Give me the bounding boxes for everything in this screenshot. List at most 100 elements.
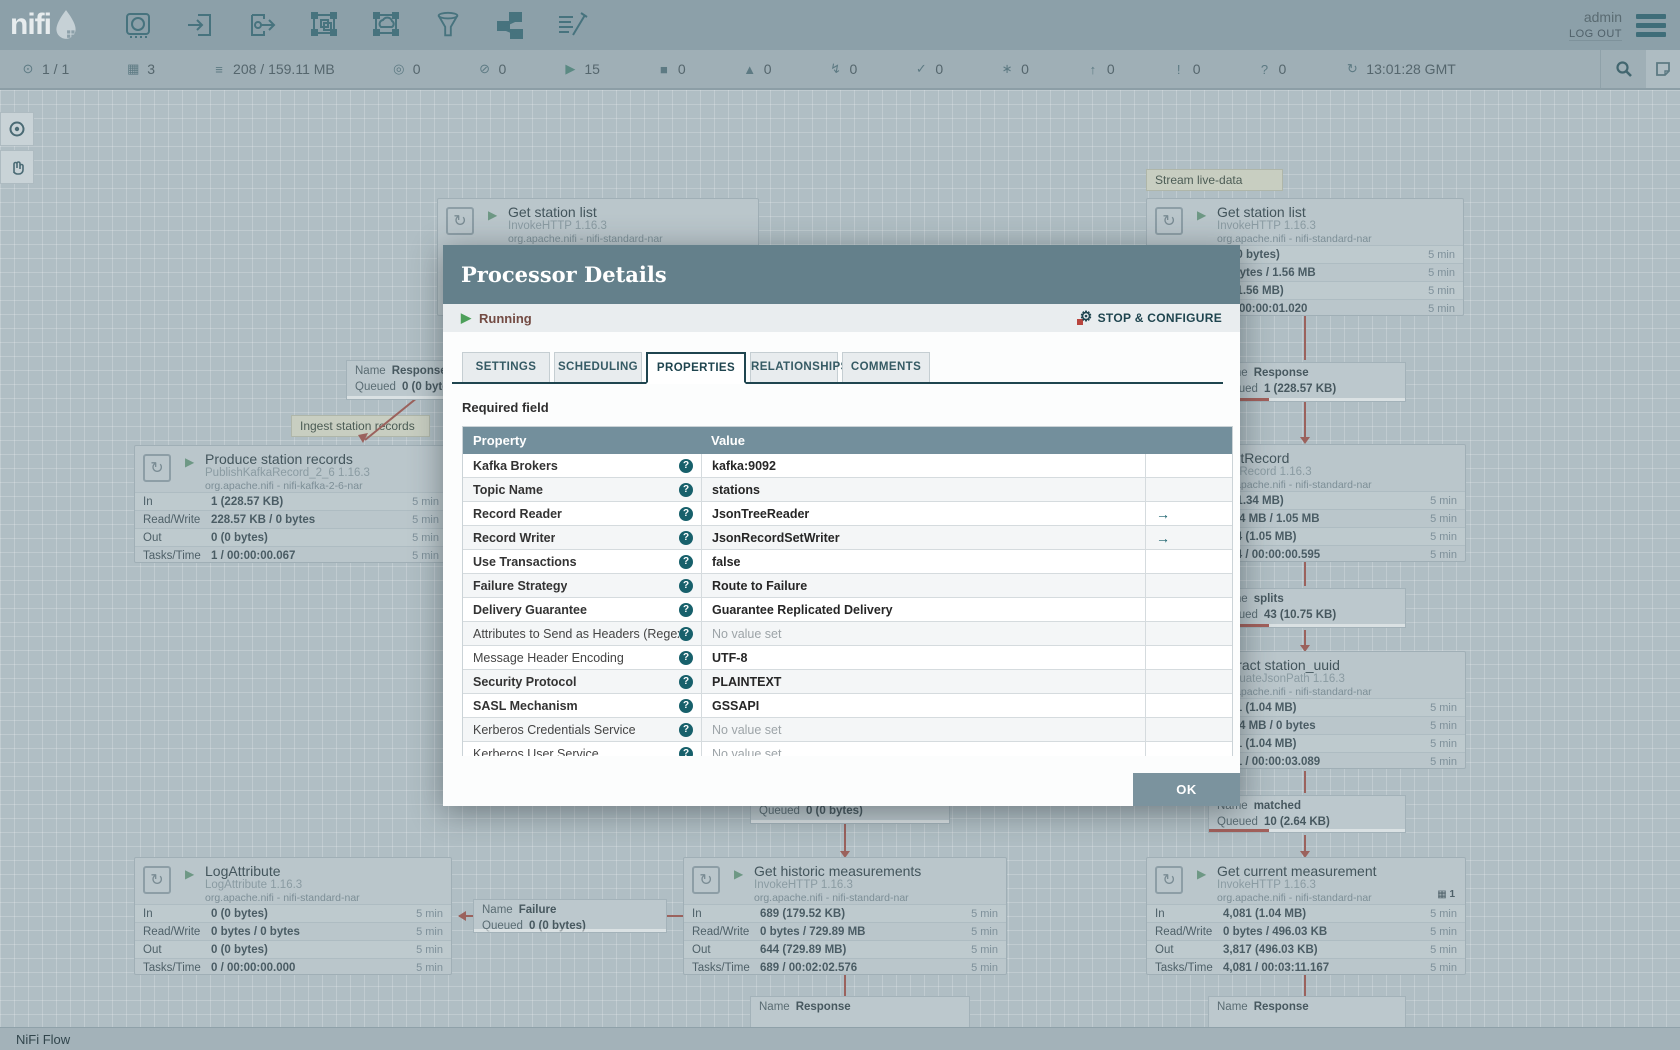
running-icon: ▶	[461, 310, 471, 325]
stop-and-configure-button[interactable]: ⚙ STOP & CONFIGURE	[1076, 308, 1222, 326]
property-row[interactable]: Kafka Brokers? kafka:9092	[463, 454, 1232, 478]
disabled-icon: ↯	[830, 61, 841, 76]
processor-stat-row: Out 0 (0 bytes) 5 min	[135, 528, 447, 546]
logout-link[interactable]: LOG OUT	[1568, 27, 1622, 41]
ok-button[interactable]: OK	[1133, 773, 1240, 806]
property-row[interactable]: Security Protocol? PLAINTEXT	[463, 670, 1232, 694]
breadcrumb[interactable]: NiFi Flow	[16, 1032, 70, 1047]
processor-stat-row: In 1 (228.57 KB) 5 min	[135, 492, 447, 510]
template-icon[interactable]	[493, 8, 527, 42]
locally-modified-count: 0	[1021, 61, 1029, 77]
property-row[interactable]: Failure Strategy? Route to Failure	[463, 574, 1232, 598]
invalid-count: 0	[763, 61, 772, 77]
up-to-date-count: 0	[935, 61, 944, 77]
processor-get-historic-measurements[interactable]: ↻ ▶ Get historic measurements InvokeHTTP…	[683, 857, 1007, 975]
connection-label-failure[interactable]: Name Failure Queued 0 (0 bytes)	[473, 899, 667, 933]
processor-type: LogAttribute 1.16.3	[205, 879, 303, 891]
status-sync-failure: ? 0	[1257, 61, 1286, 77]
help-icon[interactable]: ?	[679, 626, 693, 641]
operate-palette-button[interactable]	[0, 150, 34, 184]
running-icon: ▶	[1197, 208, 1207, 222]
remote-transmitting-icon: ◎	[393, 61, 405, 76]
help-icon[interactable]: ?	[679, 674, 693, 689]
status-clustered-nodes: ▦ 3	[125, 61, 155, 77]
property-row[interactable]: Record Reader? JsonTreeReader →	[463, 502, 1232, 526]
help-icon[interactable]: ?	[679, 578, 693, 593]
remote-not-transmitting-icon: ⊘	[479, 61, 490, 76]
processor-stat-row: Read/Write 228.57 KB / 0 bytes 5 min	[135, 510, 447, 528]
running-icon: ▶	[185, 867, 195, 881]
processor-type: PublishKafkaRecord_2_6 1.16.3	[205, 467, 370, 479]
stale-count: 0	[1106, 61, 1115, 77]
running-icon: ▶	[565, 61, 576, 76]
processor-produce-station-records[interactable]: ↻ ▶ Produce station records PublishKafka…	[134, 445, 448, 563]
property-row[interactable]: Delivery Guarantee? Guarantee Replicated …	[463, 598, 1232, 622]
output-port-icon[interactable]	[245, 8, 279, 42]
locally-modified-icon: ∗	[1001, 61, 1013, 76]
process-group-icon[interactable]	[307, 8, 341, 42]
global-menu-icon[interactable]	[1636, 10, 1666, 41]
label-icon[interactable]	[555, 8, 589, 42]
processor-title: Get station list	[508, 204, 597, 220]
help-icon[interactable]: ?	[679, 458, 693, 473]
active-threads-icon: ⊙	[22, 61, 34, 76]
help-icon[interactable]: ?	[679, 722, 693, 737]
app-header: nifi admin LOG OUT	[0, 0, 1680, 50]
property-row[interactable]: Message Header Encoding? UTF-8	[463, 646, 1232, 670]
property-row[interactable]: Kerberos User Service? No value set	[463, 742, 1232, 756]
processor-stat-row: Tasks/Time 4,081 / 00:03:11.167 5 min	[1147, 958, 1465, 976]
column-property: Property	[473, 433, 527, 448]
processor-stat-row: Tasks/Time 1 / 00:00:00.067 5 min	[135, 546, 447, 564]
processor-title: Get historic measurements	[754, 863, 922, 879]
search-button[interactable]	[1600, 50, 1646, 88]
up-to-date-icon: ✓	[915, 61, 927, 76]
tab-properties[interactable]: PROPERTIES	[646, 352, 746, 384]
processor-icon[interactable]	[121, 8, 155, 42]
goto-service-icon[interactable]: →	[1156, 506, 1170, 522]
nifi-drop-icon	[56, 10, 76, 39]
tab-settings[interactable]: SETTINGS	[462, 352, 550, 382]
processor-type: InvokeHTTP 1.16.3	[1217, 220, 1316, 232]
help-icon[interactable]: ?	[679, 506, 693, 521]
running-icon: ▶	[488, 208, 498, 222]
processor-stat-row: Read/Write 0 bytes / 496.03 KB 5 min	[1147, 922, 1465, 940]
processor-stat-row: In 689 (179.52 KB) 5 min	[684, 904, 1006, 922]
help-icon[interactable]: ?	[679, 482, 693, 497]
navigate-palette-button[interactable]	[0, 112, 34, 146]
help-icon[interactable]: ?	[679, 698, 693, 713]
processor-stat-row: Tasks/Time 689 / 00:02:02.576 5 min	[684, 958, 1006, 976]
property-row[interactable]: Topic Name? stations	[463, 478, 1232, 502]
tab-comments[interactable]: COMMENTS	[842, 352, 930, 382]
sync-failure-icon: ?	[1260, 61, 1269, 77]
help-icon[interactable]: ?	[679, 602, 693, 617]
processor-stat-row: Out 644 (729.89 MB) 5 min	[684, 940, 1006, 958]
stop-configure-icon: ⚙	[1076, 308, 1093, 326]
tab-relationships[interactable]: RELATIONSHIPS	[750, 352, 848, 382]
property-row[interactable]: SASL Mechanism? GSSAPI	[463, 694, 1232, 718]
remote-process-group-icon[interactable]	[369, 8, 403, 42]
property-row[interactable]: Kerberos Credentials Service? No value se…	[463, 718, 1232, 742]
property-row[interactable]: Attributes to Send as Headers (Regex)? No…	[463, 622, 1232, 646]
cluster-node-badge: ▦ 1	[1437, 889, 1455, 900]
help-icon[interactable]: ?	[679, 746, 693, 756]
property-row[interactable]: Record Writer? JsonRecordSetWriter →	[463, 526, 1232, 550]
stopped-icon: ■	[659, 61, 668, 77]
goto-service-icon[interactable]: →	[1156, 530, 1170, 546]
input-port-icon[interactable]	[183, 8, 217, 42]
processor-log-attribute[interactable]: ↻ ▶ LogAttribute LogAttribute 1.16.3 org…	[134, 857, 452, 975]
queued-icon: ≡	[215, 61, 223, 77]
property-row[interactable]: Use Transactions? false	[463, 550, 1232, 574]
running-icon: ▶	[185, 455, 195, 469]
help-icon[interactable]: ?	[679, 650, 693, 665]
status-disabled: ↯ 0	[828, 61, 857, 77]
refresh-icon[interactable]: ↻	[1344, 61, 1360, 77]
component-toolbar	[121, 8, 589, 42]
processor-stat-row: Out 0 (0 bytes) 5 min	[135, 940, 451, 958]
birdseye-toggle-button[interactable]	[1646, 50, 1680, 88]
processor-get-current-measurement[interactable]: ↻ ▶ Get current measurement InvokeHTTP 1…	[1146, 857, 1466, 975]
help-icon[interactable]: ?	[679, 530, 693, 545]
help-icon[interactable]: ?	[679, 554, 693, 569]
tab-scheduling[interactable]: SCHEDULING	[554, 352, 642, 382]
canvas-label-stream[interactable]: Stream live-data	[1146, 169, 1283, 191]
funnel-icon[interactable]	[431, 8, 465, 42]
